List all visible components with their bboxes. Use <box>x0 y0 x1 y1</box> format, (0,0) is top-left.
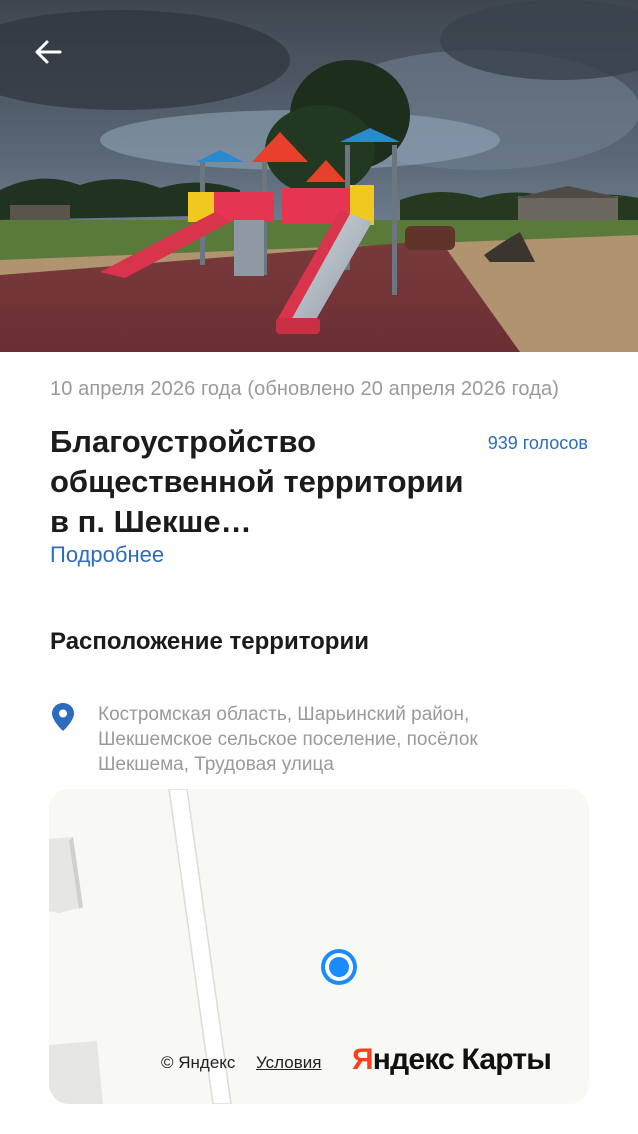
current-location-marker-icon[interactable] <box>319 947 359 987</box>
publication-date: 10 апреля 2026 года (обновлено 20 апреля… <box>50 378 559 400</box>
more-details-link[interactable]: Подробнее <box>50 542 164 568</box>
logo-letter: Я <box>352 1043 374 1076</box>
project-title: Благоустройство общественной территории … <box>50 424 464 539</box>
hero-photo <box>0 0 638 352</box>
location-section-title: Расположение территории <box>50 628 369 655</box>
logo-text: ндекс Карты <box>372 1043 552 1076</box>
votes-count[interactable]: 939 голосов <box>488 433 588 454</box>
map-copyright: © Яндекс <box>161 1053 236 1072</box>
map-terms-link[interactable]: Условия <box>256 1053 321 1073</box>
map-view[interactable]: © Яндекс Условия Яндекс Карты <box>49 789 589 1104</box>
address-text: Костромская область, Шарьинский район, Ш… <box>98 704 478 775</box>
arrow-left-icon <box>35 40 62 64</box>
yandex-maps-logo[interactable]: Яндекс Карты <box>352 1043 552 1077</box>
back-button[interactable] <box>22 30 74 74</box>
playground-photo <box>0 0 638 352</box>
location-pin-icon <box>52 703 74 731</box>
